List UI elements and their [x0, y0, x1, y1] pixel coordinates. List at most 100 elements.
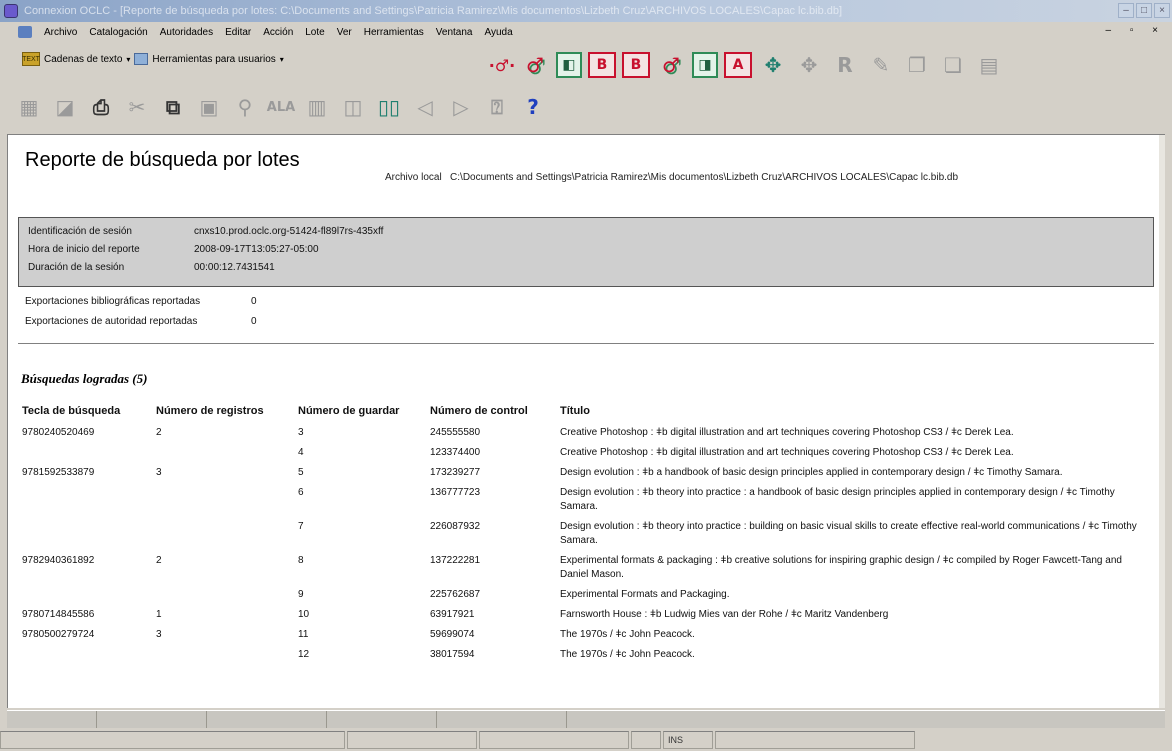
toolbar-primary: TEXT Cadenas de texto ▾ Herramientas par… [0, 42, 1172, 86]
search-authority-icon[interactable]: ◨ [692, 52, 718, 78]
edit-disabled-icon[interactable]: ✎ [866, 50, 896, 80]
title-bar: Connexion OCLC - [Reporte de búsqueda po… [0, 0, 1172, 22]
ala-icon[interactable]: ALA [266, 92, 296, 122]
text-strings-label[interactable]: Cadenas de texto [44, 54, 122, 65]
cell-save-number: 11 [298, 629, 309, 640]
menu-lote[interactable]: Lote [299, 27, 330, 38]
cell-records: 1 [156, 609, 162, 620]
print-icon[interactable]: ⎙ [86, 92, 116, 122]
cell-records: 2 [156, 555, 162, 566]
save-disabled-icon[interactable]: ▦ [14, 92, 44, 122]
book-icon[interactable]: ▯▯ [374, 92, 404, 122]
menu-ayuda[interactable]: Ayuda [478, 27, 518, 38]
find-icon[interactable]: ⚲ [230, 92, 260, 122]
cell-search-key [20, 483, 154, 517]
edit-icon-row: ▦ ◪ ⎙ ✂ ⧉ ▣ ⚲ ALA ▥ ◫ ▯▯ ◁ ▷ ⍰ ? [14, 92, 554, 122]
bib-record-icon[interactable]: B [588, 52, 616, 78]
cell-records [154, 443, 296, 463]
report-start-row: Hora de inicio del reporte 2008-09-17T13:… [28, 244, 319, 255]
bib-exports-row: Exportaciones bibliográficas reportadas 0 [25, 296, 257, 307]
cell-title: Creative Photoshop : ǂb digital illustra… [560, 427, 1014, 438]
connect-icon[interactable]: ♂ [520, 50, 550, 80]
help-icon[interactable]: ? [518, 92, 548, 122]
window-tab[interactable] [7, 711, 97, 728]
label-disabled-icon[interactable]: ◫ [338, 92, 368, 122]
cell-save-number: 10 [298, 609, 310, 620]
close-button[interactable]: × [1154, 3, 1170, 18]
maximize-button[interactable]: □ [1136, 3, 1152, 18]
view-disabled-icon[interactable]: ◪ [50, 92, 80, 122]
window-tab[interactable] [207, 711, 327, 728]
catalog-icon-row: ·♂· ♂ ◧ B B ♂ ◨ A ✥ ✥ R ✎ ❐ ❏ ▤ [489, 50, 1010, 80]
forward-disabled-icon[interactable]: ▷ [446, 92, 476, 122]
back-disabled-icon[interactable]: ◁ [410, 92, 440, 122]
document-icon[interactable] [18, 26, 32, 38]
table-row: 9782940361892 2 8 137222281 Experimental… [20, 551, 1138, 585]
page-title: Reporte de búsqueda por lotes [25, 149, 300, 171]
copy-icon[interactable]: ⧉ [158, 92, 188, 122]
cell-title: Design evolution : ǂb theory into practi… [560, 521, 1137, 546]
cell-records [154, 517, 296, 551]
menu-ver[interactable]: Ver [331, 27, 358, 38]
menu-accion[interactable]: Acción [257, 27, 299, 38]
cell-save-number: 3 [298, 427, 304, 438]
menu-herramientas[interactable]: Herramientas [358, 27, 430, 38]
vertical-scrollbar[interactable] [1159, 135, 1165, 708]
menu-ventana[interactable]: Ventana [430, 27, 479, 38]
cell-save-number: 7 [298, 521, 304, 532]
table-row: 4 123374400 Creative Photoshop : ǂb digi… [20, 443, 1138, 463]
mdi-controls[interactable]: – ▫ × [1105, 25, 1166, 36]
connect-dropdown-icon[interactable]: ·♂· [489, 50, 516, 80]
cell-control-number: 63917921 [430, 609, 475, 620]
paste-record-disabled-icon[interactable]: ❏ [938, 50, 968, 80]
authority-connect-icon[interactable]: ♂ [656, 50, 686, 80]
chevron-down-icon[interactable]: ▾ [280, 55, 284, 64]
cell-search-key [20, 585, 154, 605]
window-tab[interactable] [327, 711, 437, 728]
cell-save-number: 5 [298, 467, 304, 478]
cut-icon[interactable]: ✂ [122, 92, 152, 122]
menu-autoridades[interactable]: Autoridades [154, 27, 219, 38]
column-header-search-key: Tecla de búsqueda [22, 405, 121, 417]
table-header-row: Tecla de búsqueda Número de registros Nú… [20, 405, 1138, 423]
cell-save-number: 4 [298, 447, 304, 458]
chevron-down-icon[interactable]: ▾ [126, 55, 130, 64]
toolbar-secondary: ▦ ◪ ⎙ ✂ ⧉ ▣ ⚲ ALA ▥ ◫ ▯▯ ◁ ▷ ⍰ ? [0, 86, 1172, 132]
status-cell [631, 731, 661, 749]
column-header-title: Título [560, 405, 590, 417]
status-cell [347, 731, 477, 749]
cell-records: 3 [156, 629, 162, 640]
derive-disabled-icon[interactable]: ▤ [974, 50, 1004, 80]
network-icon[interactable]: ✥ [758, 50, 788, 80]
network-disabled-icon[interactable]: ✥ [794, 50, 824, 80]
menu-editar[interactable]: Editar [219, 27, 257, 38]
authority-record-icon[interactable]: A [724, 52, 752, 78]
cell-control-number: 59699074 [430, 629, 475, 640]
bib-record-alt-icon[interactable]: B [622, 52, 650, 78]
search-bib-icon[interactable]: ◧ [556, 52, 582, 78]
cell-title: Design evolution : ǂb a handbook of basi… [560, 467, 1063, 478]
menu-archivo[interactable]: Archivo [38, 27, 83, 38]
paste-icon[interactable]: ▣ [194, 92, 224, 122]
reformat-icon[interactable]: R [830, 50, 860, 80]
window-tab[interactable] [437, 711, 567, 728]
menu-catalogacion[interactable]: Catalogación [83, 27, 153, 38]
cell-control-number: 38017594 [430, 649, 475, 660]
cell-control-number: 123374400 [430, 447, 481, 458]
table-row: 9 225762687 Experimental Formats and Pac… [20, 585, 1138, 605]
table-row: 9781592533879 3 5 173239277 Design evolu… [20, 463, 1138, 483]
cell-records: 2 [156, 427, 162, 438]
context-help-disabled-icon[interactable]: ⍰ [482, 92, 512, 122]
window-tab[interactable] [97, 711, 207, 728]
user-tools-label[interactable]: Herramientas para usuarios [152, 54, 275, 65]
authority-exports-value: 0 [251, 316, 257, 327]
divider [18, 343, 1154, 344]
results-table: Tecla de búsqueda Número de registros Nú… [20, 405, 1138, 665]
minimize-button[interactable]: – [1118, 3, 1134, 18]
copy-record-disabled-icon[interactable]: ❐ [902, 50, 932, 80]
grid-disabled-icon[interactable]: ▥ [302, 92, 332, 122]
cell-title: Design evolution : ǂb theory into practi… [560, 487, 1115, 512]
text-strings-icon[interactable]: TEXT [22, 52, 40, 66]
user-tools-icon[interactable] [134, 53, 149, 65]
cell-title: Experimental Formats and Packaging. [560, 589, 730, 600]
